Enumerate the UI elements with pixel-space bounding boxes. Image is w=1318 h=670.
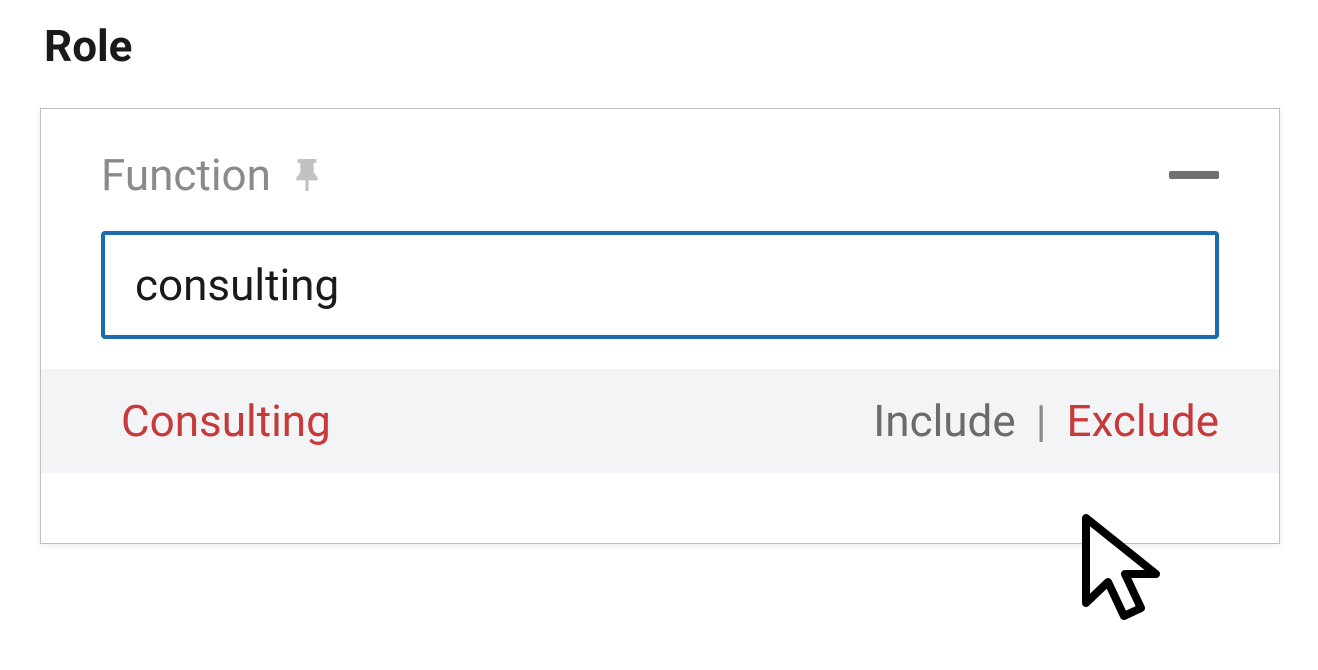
panel-footer [41, 473, 1279, 543]
filter-panel: Function Consulting Include | Exclude [40, 108, 1280, 544]
filter-header-left: Function [101, 149, 323, 201]
action-separator: | [1036, 395, 1047, 447]
suggestion-actions: Include | Exclude [873, 395, 1219, 447]
filter-label: Function [101, 149, 271, 201]
collapse-icon[interactable] [1169, 171, 1219, 179]
filter-header: Function [41, 109, 1279, 231]
function-search-input[interactable] [101, 231, 1219, 339]
section-title: Role [44, 20, 1278, 72]
pin-icon[interactable] [291, 156, 323, 194]
suggestion-row[interactable]: Consulting Include | Exclude [41, 369, 1279, 473]
include-button[interactable]: Include [873, 395, 1015, 447]
exclude-button[interactable]: Exclude [1066, 395, 1219, 447]
suggestion-text: Consulting [121, 395, 331, 447]
search-input-wrapper [41, 231, 1279, 369]
